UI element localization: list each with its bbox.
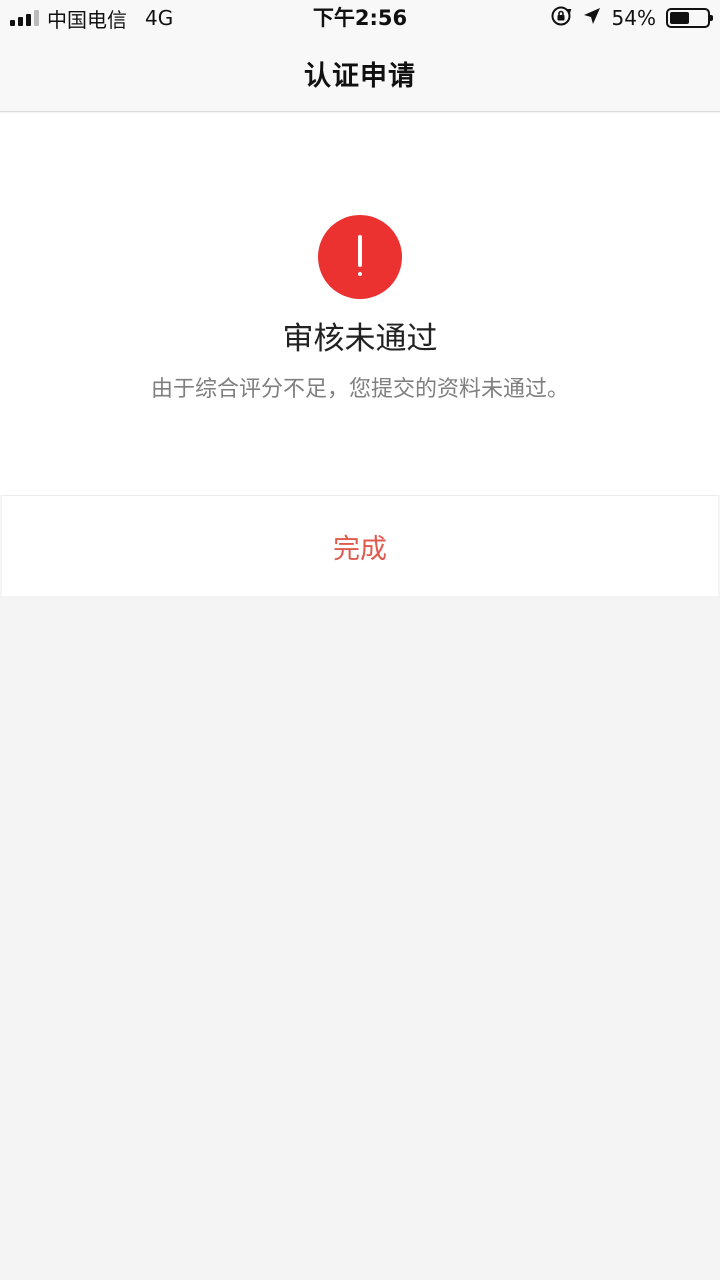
carrier-name: 中国电信 [47,7,127,32]
done-row: 完成 [2,495,718,596]
signal-icon [10,10,39,26]
status-bar: 中国电信 4G 下午2:56 54% [0,0,720,36]
network-type: 4G [145,6,174,30]
done-button[interactable]: 完成 [2,496,718,596]
nav-bar: 认证申请 [0,36,720,112]
status-right: 54% [550,0,713,36]
rotation-lock-icon [550,5,572,32]
result-panel: 审核未通过 由于综合评分不足，您提交的资料未通过。 [0,113,720,495]
status-left: 中国电信 4G [10,0,173,36]
result-title: 审核未通过 [282,321,438,357]
battery-icon [666,8,713,28]
alert-icon [318,215,402,299]
battery-level [670,12,690,24]
battery-percent: 54% [611,6,656,30]
page-title: 认证申请 [304,61,416,92]
result-description: 由于综合评分不足，您提交的资料未通过。 [150,377,569,402]
location-arrow-icon [582,6,602,31]
